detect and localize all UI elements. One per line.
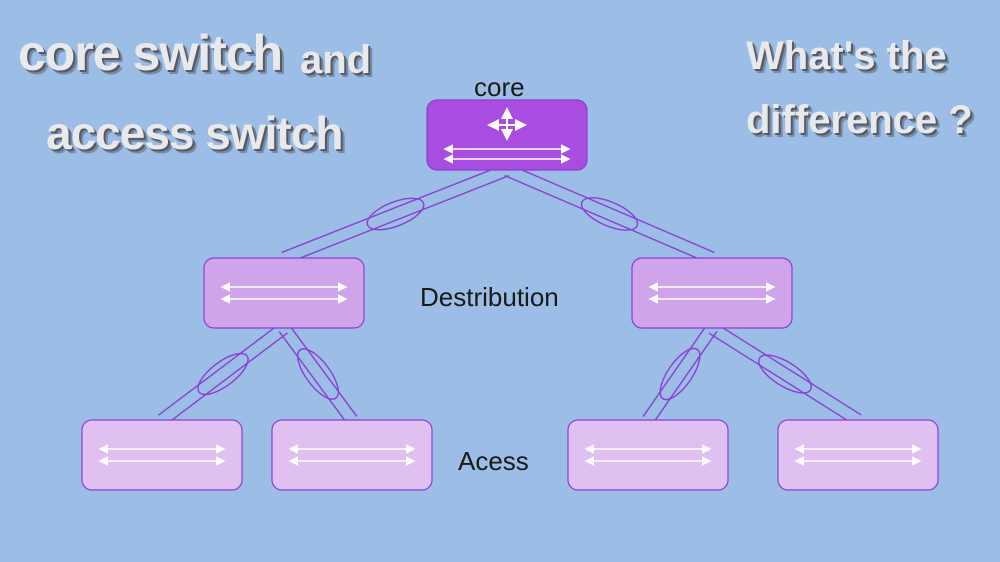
diagram-stage: core switch and access switch What's the… [0,0,1000,562]
topology-diagram [0,0,1000,562]
switch-box-acc_3 [568,420,728,490]
switch-box-acc_4 [778,420,938,490]
switch-box-dist_l [204,258,364,328]
switch-box-dist_r [632,258,792,328]
switch-box-core [427,100,587,170]
switch-box-acc_1 [82,420,242,490]
switch-box-acc_2 [272,420,432,490]
